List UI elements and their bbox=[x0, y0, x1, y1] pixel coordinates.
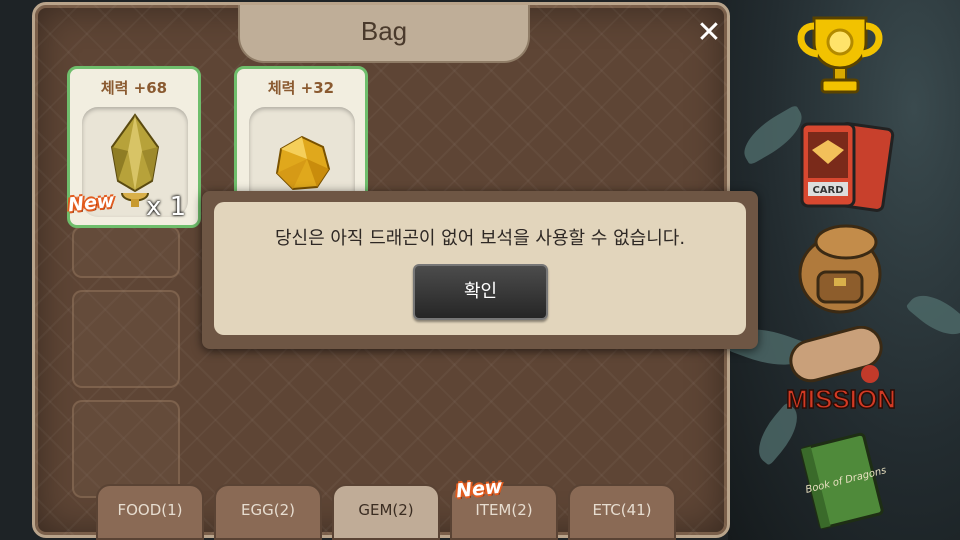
confirm-label: 확인 bbox=[463, 281, 498, 302]
card-icon: CARD bbox=[800, 122, 895, 212]
tab-egg[interactable]: EGG(2) bbox=[214, 484, 322, 540]
empty-item-slot bbox=[72, 290, 180, 388]
trophy-button[interactable] bbox=[788, 12, 892, 96]
backpack-icon bbox=[798, 224, 882, 314]
bag-title-tab: Bag bbox=[238, 5, 530, 63]
item-quantity: x 1 bbox=[146, 192, 187, 222]
dialog-body: 당신은 아직 드래곤이 없어 보석을 사용할 수 없습니다. 확인 bbox=[214, 202, 746, 335]
game-screen: CARD MISSION Book of Dragons Bag ✕ 체력 +6… bbox=[0, 0, 960, 540]
item-stat: 체력 +68 bbox=[100, 79, 168, 97]
tab-etc[interactable]: ETC(41) bbox=[568, 484, 676, 540]
book-button[interactable]: Book of Dragons bbox=[794, 432, 890, 530]
tab-label: EGG(2) bbox=[241, 501, 295, 519]
item-stat: 체력 +32 bbox=[267, 79, 335, 97]
trophy-icon bbox=[797, 16, 883, 94]
tab-food[interactable]: FOOD(1) bbox=[96, 484, 204, 540]
tab-label: GEM(2) bbox=[358, 501, 414, 519]
book-icon: Book of Dragons bbox=[800, 432, 888, 530]
close-button[interactable]: ✕ bbox=[691, 15, 727, 51]
tab-label: ETC(41) bbox=[592, 501, 652, 519]
tab-label: FOOD(1) bbox=[117, 501, 183, 519]
confirm-button[interactable]: 확인 bbox=[413, 264, 548, 320]
alert-dialog: 당신은 아직 드래곤이 없어 보석을 사용할 수 없습니다. 확인 bbox=[202, 191, 758, 349]
card-button[interactable]: CARD bbox=[796, 120, 896, 212]
dialog-message: 당신은 아직 드래곤이 없어 보석을 사용할 수 없습니다. bbox=[274, 228, 686, 249]
mission-icon: MISSION bbox=[785, 325, 897, 415]
tab-gem[interactable]: GEM(2) bbox=[332, 484, 440, 540]
empty-item-slot bbox=[72, 226, 180, 278]
close-icon: ✕ bbox=[696, 15, 722, 50]
mission-button[interactable]: MISSION bbox=[776, 325, 906, 420]
mission-label: MISSION bbox=[786, 384, 896, 414]
bag-title: Bag bbox=[360, 15, 408, 46]
tab-label: ITEM(2) bbox=[475, 501, 533, 519]
backpack-button[interactable] bbox=[794, 218, 886, 316]
card-label: CARD bbox=[812, 185, 843, 196]
